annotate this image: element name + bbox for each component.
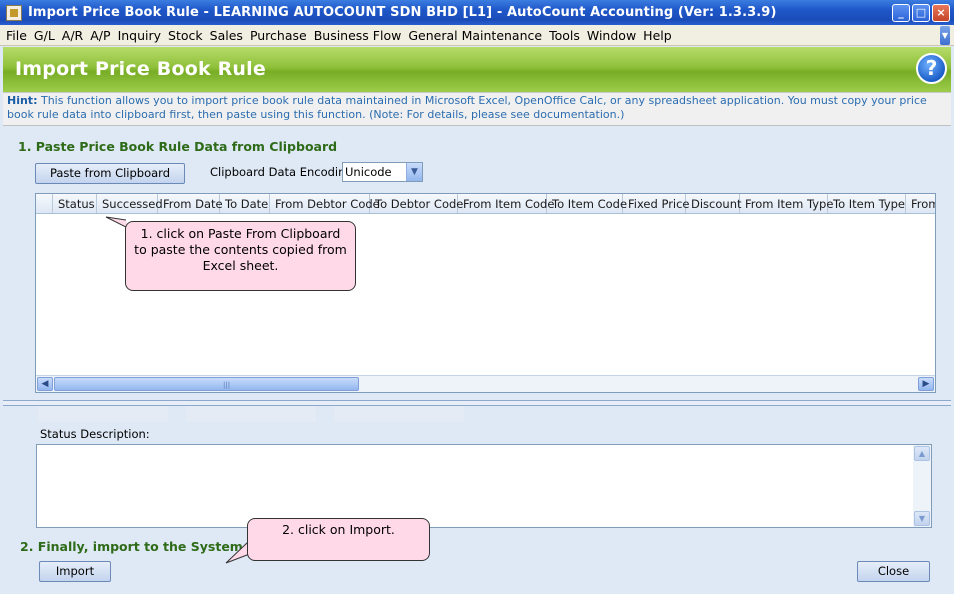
menu-general-maintenance[interactable]: General Maintenance xyxy=(408,28,542,43)
column-fixed-price[interactable]: Fixed Price xyxy=(623,194,690,213)
page-header: Import Price Book Rule ? xyxy=(3,47,951,92)
hidden-bar xyxy=(38,406,168,422)
paste-from-clipboard-button[interactable]: Paste from Clipboard xyxy=(35,163,185,184)
scroll-thumb[interactable]: ||| xyxy=(54,377,359,391)
hint-text: This function allows you to import price… xyxy=(7,94,927,121)
help-icon[interactable]: ? xyxy=(916,53,947,84)
encoding-select[interactable]: Unicode ▼ xyxy=(342,162,423,182)
menu-help[interactable]: Help xyxy=(643,28,672,43)
app-icon xyxy=(6,4,22,21)
menu-ap[interactable]: A/P xyxy=(90,28,110,43)
menu-window[interactable]: Window xyxy=(587,28,636,43)
menu-business-flow[interactable]: Business Flow xyxy=(314,28,402,43)
menu-stock[interactable]: Stock xyxy=(168,28,203,43)
row-indicator-header xyxy=(36,194,53,213)
title-bar: Import Price Book Rule - LEARNING AUTOCO… xyxy=(0,0,954,25)
menu-bar: File G/L A/R A/P Inquiry Stock Sales Pur… xyxy=(0,25,954,46)
menu-inquiry[interactable]: Inquiry xyxy=(118,28,161,43)
maximize-button[interactable]: □ xyxy=(912,3,930,22)
hint-label: Hint: xyxy=(7,94,38,107)
minimize-button[interactable]: _ xyxy=(892,3,910,22)
column-to-debtor-code[interactable]: To Debtor Code xyxy=(370,194,463,213)
window-title: Import Price Book Rule - LEARNING AUTOCO… xyxy=(28,5,777,20)
close-window-button[interactable]: × xyxy=(932,3,950,22)
menu-overflow-icon[interactable]: ▼ xyxy=(940,26,950,45)
column-discount[interactable]: Discount xyxy=(686,194,742,213)
menu-gl[interactable]: G/L xyxy=(34,28,55,43)
status-description-label: Status Description: xyxy=(40,427,150,441)
encoding-value: Unicode xyxy=(345,165,392,179)
menu-tools[interactable]: Tools xyxy=(549,28,580,43)
column-from-more[interactable]: From xyxy=(906,194,935,213)
close-button[interactable]: Close xyxy=(857,561,930,582)
column-from-date[interactable]: From Date xyxy=(158,194,223,213)
column-from-item-type[interactable]: From Item Type xyxy=(740,194,833,213)
column-from-debtor-code[interactable]: From Debtor Code xyxy=(270,194,380,213)
column-successed[interactable]: Successed xyxy=(97,194,163,213)
scroll-down-icon[interactable]: ▼ xyxy=(914,511,930,526)
step1-title: 1. Paste Price Book Rule Data from Clipb… xyxy=(18,139,338,154)
vertical-scrollbar[interactable]: ▲ ▼ xyxy=(913,445,931,527)
column-to-item-type[interactable]: To Item Type xyxy=(828,194,906,213)
scroll-left-icon[interactable]: ◀ xyxy=(37,377,53,391)
page-title: Import Price Book Rule xyxy=(15,58,266,80)
status-description-box[interactable]: ▲ ▼ xyxy=(36,444,932,528)
chevron-down-icon[interactable]: ▼ xyxy=(406,163,422,181)
column-status[interactable]: Status xyxy=(53,194,97,213)
menu-file[interactable]: File xyxy=(6,28,27,43)
hidden-bar xyxy=(186,406,316,422)
encoding-label: Clipboard Data Encoding xyxy=(210,165,353,179)
hidden-bar xyxy=(334,406,464,422)
callout-paste-instruction: 1. click on Paste From Clipboard to past… xyxy=(125,221,356,291)
callout-import-instruction: 2. click on Import. xyxy=(247,518,430,561)
hint-panel: Hint: This function allows you to import… xyxy=(3,92,951,126)
import-button[interactable]: Import xyxy=(39,561,111,582)
menu-ar[interactable]: A/R xyxy=(62,28,83,43)
menu-purchase[interactable]: Purchase xyxy=(250,28,307,43)
scroll-right-icon[interactable]: ▶ xyxy=(918,377,934,391)
scroll-up-icon[interactable]: ▲ xyxy=(914,446,930,461)
horizontal-scrollbar[interactable]: ◀ ||| ▶ xyxy=(36,375,935,392)
step2-title: 2. Finally, import to the System. xyxy=(20,539,248,554)
column-to-date[interactable]: To Date xyxy=(220,194,270,213)
menu-sales[interactable]: Sales xyxy=(210,28,243,43)
column-from-item-code[interactable]: From Item Code xyxy=(458,194,554,213)
column-to-item-code[interactable]: To Item Code xyxy=(547,194,627,213)
grid-header: Status Successed From Date To Date From … xyxy=(36,194,935,214)
grip-icon: ||| xyxy=(223,381,231,389)
